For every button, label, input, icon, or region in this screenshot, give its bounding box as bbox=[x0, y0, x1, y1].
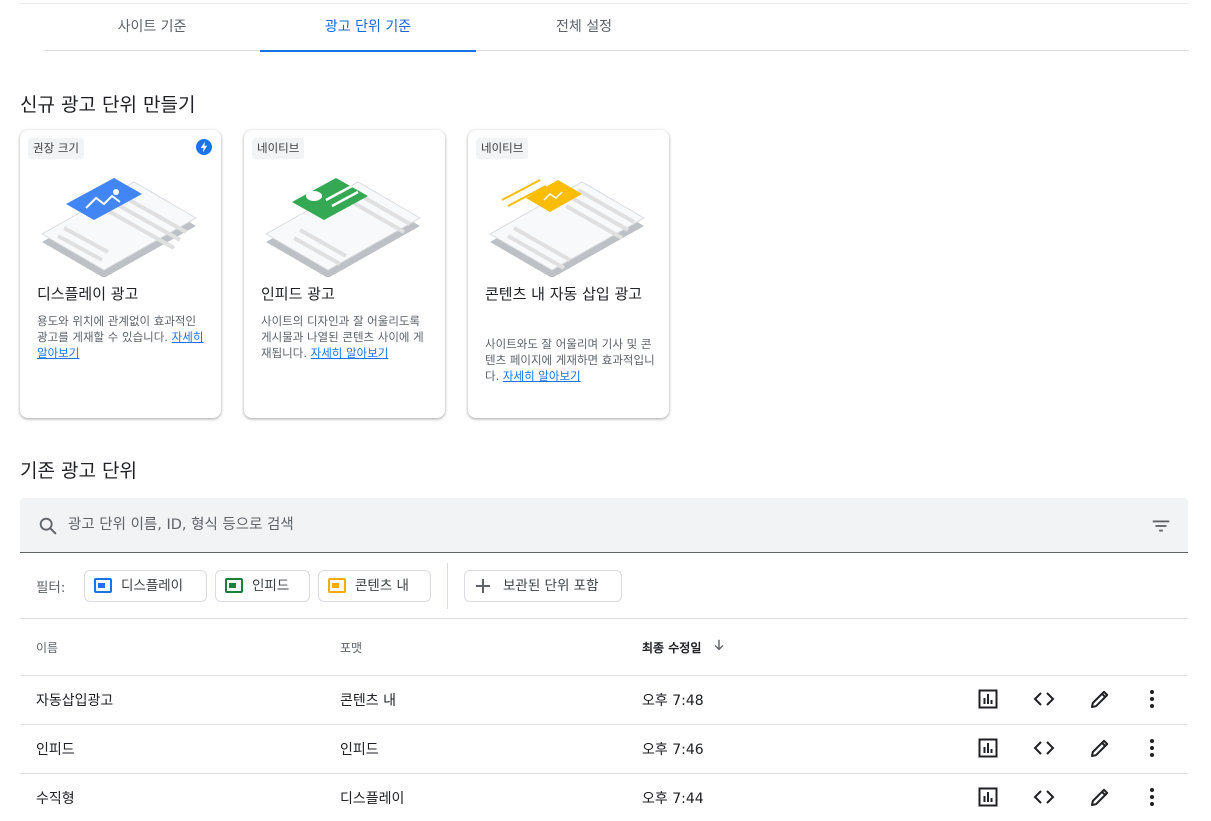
ad-unit-name: 인피드 bbox=[36, 742, 75, 758]
display-ad-illustration bbox=[40, 178, 198, 277]
search-icon bbox=[39, 517, 57, 535]
learn-more-link[interactable]: 자세히 알아보기 bbox=[311, 346, 389, 360]
infeed-format-icon bbox=[225, 578, 243, 593]
code-icon[interactable] bbox=[1032, 785, 1056, 809]
ad-unit-modified: 오후 7:46 bbox=[642, 742, 704, 758]
plus-icon bbox=[476, 579, 490, 593]
search-bar bbox=[20, 498, 1188, 553]
filter-chip-inarticle[interactable]: 콘텐츠 내 bbox=[318, 570, 431, 602]
ad-unit-modified: 오후 7:44 bbox=[642, 791, 704, 807]
ad-unit-name: 수직형 bbox=[36, 791, 75, 807]
code-icon[interactable] bbox=[1032, 736, 1056, 760]
lightning-icon bbox=[196, 139, 212, 155]
display-format-icon bbox=[94, 578, 112, 593]
card-title: 인피드 광고 bbox=[261, 285, 335, 303]
table-header: 이름 포맷 최종 수정일 bbox=[20, 619, 1188, 676]
tab-global-settings[interactable]: 전체 설정 bbox=[476, 5, 692, 51]
native-badge: 네이티브 bbox=[252, 138, 305, 159]
ad-unit-format: 콘텐츠 내 bbox=[340, 693, 396, 709]
card-description: 사이트의 디자인과 잘 어울리도록 게시물과 나열된 콘텐츠 사이에 게재됩니다… bbox=[261, 314, 424, 360]
more-vert-icon[interactable] bbox=[1140, 736, 1164, 760]
filter-list-icon[interactable] bbox=[1150, 515, 1172, 537]
report-icon[interactable] bbox=[976, 785, 1000, 809]
report-icon[interactable] bbox=[976, 736, 1000, 760]
code-icon[interactable] bbox=[1032, 687, 1056, 711]
filter-label: 필터: bbox=[36, 580, 66, 596]
edit-pencil-icon[interactable] bbox=[1088, 785, 1112, 809]
filter-chip-infeed[interactable]: 인피드 bbox=[215, 570, 310, 602]
edit-pencil-icon[interactable] bbox=[1088, 687, 1112, 711]
search-input[interactable] bbox=[68, 498, 1128, 552]
tab-by-ad-unit[interactable]: 광고 단위 기준 bbox=[260, 5, 476, 52]
inarticle-ad-illustration bbox=[488, 179, 646, 277]
table-row[interactable]: 자동삽입광고 콘텐츠 내 오후 7:48 bbox=[20, 676, 1188, 725]
ad-unit-format: 인피드 bbox=[340, 742, 379, 758]
more-vert-icon[interactable] bbox=[1140, 785, 1164, 809]
native-badge: 네이티브 bbox=[476, 138, 529, 159]
arrow-down-icon[interactable] bbox=[712, 638, 726, 652]
column-header-format[interactable]: 포맷 bbox=[340, 639, 362, 656]
ad-unit-name: 자동삽입광고 bbox=[36, 693, 114, 709]
filter-divider bbox=[447, 563, 448, 609]
inarticle-ad-card[interactable]: 네이티브 콘텐츠 내 자동 삽입 광고 사이트와도 잘 어울리며 기사 및 콘텐… bbox=[468, 130, 669, 418]
inarticle-format-icon bbox=[328, 578, 346, 593]
include-archived-button[interactable]: 보관된 단위 포함 bbox=[464, 570, 622, 602]
tab-bar: 사이트 기준 광고 단위 기준 전체 설정 bbox=[44, 5, 1189, 52]
column-header-last-modified[interactable]: 최종 수정일 bbox=[642, 639, 701, 656]
card-title: 콘텐츠 내 자동 삽입 광고 bbox=[485, 285, 643, 303]
filter-row: 필터: 디스플레이 인피드 콘텐츠 내 보관된 단위 포함 bbox=[20, 553, 1188, 619]
page: 사이트 기준 광고 단위 기준 전체 설정 신규 광고 단위 만들기 권장 크기… bbox=[0, 0, 1211, 821]
table-row[interactable]: 인피드 인피드 오후 7:46 bbox=[20, 725, 1188, 774]
display-ad-card[interactable]: 권장 크기 디스플레이 광고 용도와 위치에 관계없이 효과적인 광고를 게재할… bbox=[20, 130, 221, 418]
edit-pencil-icon[interactable] bbox=[1088, 736, 1112, 760]
ad-unit-format: 디스플레이 bbox=[340, 791, 405, 807]
top-divider bbox=[19, 3, 1189, 4]
recommended-size-badge: 권장 크기 bbox=[28, 138, 84, 159]
card-description: 용도와 위치에 관계없이 효과적인 광고를 게재할 수 있습니다. 자세히 알아… bbox=[37, 314, 204, 360]
new-ad-unit-heading: 신규 광고 단위 만들기 bbox=[20, 94, 196, 116]
filter-chip-display[interactable]: 디스플레이 bbox=[84, 570, 207, 602]
column-header-name[interactable]: 이름 bbox=[36, 639, 58, 656]
tab-by-site[interactable]: 사이트 기준 bbox=[44, 5, 260, 51]
table-row[interactable]: 수직형 디스플레이 오후 7:44 bbox=[20, 774, 1188, 821]
card-title: 디스플레이 광고 bbox=[37, 285, 139, 303]
report-icon[interactable] bbox=[976, 687, 1000, 711]
learn-more-link[interactable]: 자세히 알아보기 bbox=[503, 369, 581, 383]
card-description: 사이트와도 잘 어울리며 기사 및 콘텐츠 페이지에 게재하면 효과적입니다. … bbox=[485, 337, 655, 383]
infeed-ad-card[interactable]: 네이티브 인피드 광고 사이트의 디자인과 잘 어울리도록 게시물과 나열된 콘… bbox=[244, 130, 445, 418]
infeed-ad-illustration bbox=[264, 178, 422, 277]
ad-unit-modified: 오후 7:48 bbox=[642, 693, 704, 709]
existing-ad-units-heading: 기존 광고 단위 bbox=[20, 460, 137, 482]
more-vert-icon[interactable] bbox=[1140, 687, 1164, 711]
